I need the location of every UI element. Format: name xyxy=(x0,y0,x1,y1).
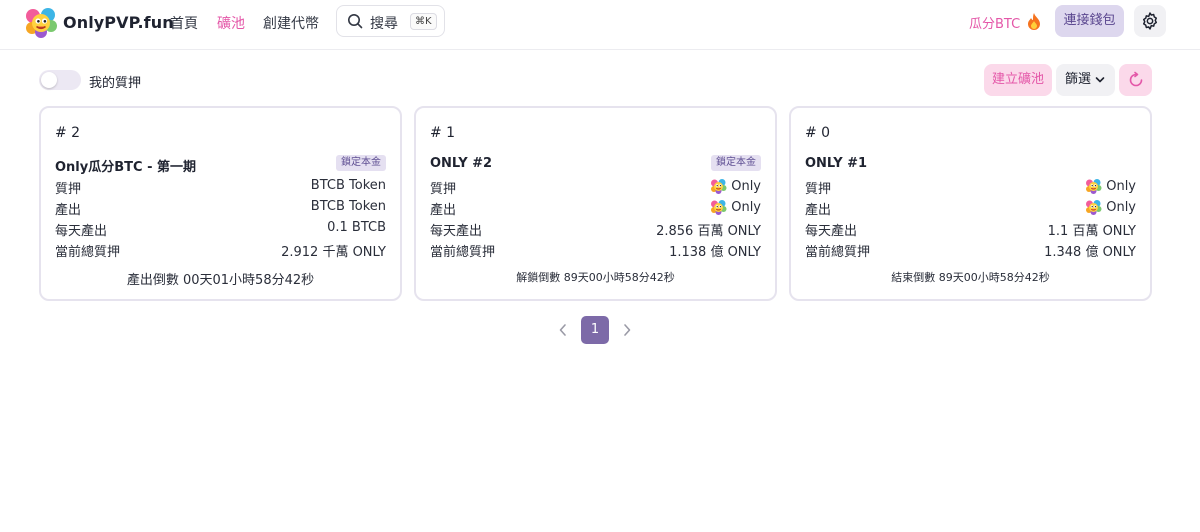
page-number-button[interactable]: 1 xyxy=(581,316,609,344)
row-value: Only xyxy=(710,178,761,195)
split-btc-label: 瓜分BTC xyxy=(969,17,1021,32)
row-value-text: 2.856 百萬 ONLY xyxy=(656,224,761,239)
stake-token-row: 質押 Only xyxy=(805,178,1136,197)
countdown-text: 解鎖倒數 89天00小時58分42秒 xyxy=(516,271,675,284)
refresh-icon xyxy=(1129,71,1142,87)
row-value: Only xyxy=(1085,178,1136,195)
pool-id: # 1 xyxy=(430,125,456,141)
row-label: 產出 xyxy=(805,203,832,218)
row-value: 2.856 百萬 ONLY xyxy=(656,220,761,239)
row-value-text: BTCB Token xyxy=(310,199,386,214)
toggle-knob xyxy=(41,72,57,88)
reward-token-row: 產出 Only xyxy=(430,199,761,218)
row-value-text: 1.138 億 ONLY xyxy=(669,245,761,260)
pool-card[interactable]: # 2 Only瓜分BTC - 第一期 鎖定本金 質押 BTCB Token 產… xyxy=(39,106,402,301)
reward-token-row: 產出 BTCB Token xyxy=(55,199,386,218)
countdown-text: 產出倒數 00天01小時58分42秒 xyxy=(126,273,315,288)
my-stake-toggle[interactable] xyxy=(39,70,81,90)
row-label: 每天產出 xyxy=(430,224,483,239)
row-value-text: BTCB Token xyxy=(310,178,386,193)
row-value: 1.348 億 ONLY xyxy=(1044,241,1136,260)
fire-icon xyxy=(1028,13,1041,30)
row-value: 1.138 億 ONLY xyxy=(669,241,761,260)
row-label: 每天產出 xyxy=(805,224,858,239)
daily-output-row: 每天產出 1.1 百萬 ONLY xyxy=(805,220,1136,239)
brand-logo-icon[interactable] xyxy=(24,6,58,40)
my-stake-label: 我的質押 xyxy=(89,76,142,91)
only-token-icon xyxy=(710,178,727,195)
row-value: 0.1 BTCB xyxy=(327,220,386,235)
search-box[interactable]: 搜尋 ⌘K xyxy=(336,5,445,37)
pool-id: # 0 xyxy=(805,125,831,141)
search-icon xyxy=(348,14,363,29)
search-shortcut: ⌘K xyxy=(410,13,437,30)
search-label: 搜尋 xyxy=(370,16,398,32)
total-staked-row: 當前總質押 1.348 億 ONLY xyxy=(805,241,1136,260)
only-token-icon xyxy=(1085,178,1102,195)
filter-dropdown[interactable]: 篩選 xyxy=(1056,64,1115,96)
next-page-icon[interactable] xyxy=(620,322,634,338)
row-label: 當前總質押 xyxy=(430,245,496,260)
row-label: 當前總質押 xyxy=(805,245,871,260)
row-label: 產出 xyxy=(430,203,457,218)
pool-card[interactable]: # 0 ONLY #1 質押 Only 產出 Only 每天產出 1.1 百萬 … xyxy=(789,106,1152,301)
pool-id: # 2 xyxy=(55,125,81,141)
row-value: Only xyxy=(1085,199,1136,216)
top-navigation-bar: OnlyPVP.fun 首頁 礦池 創建代幣 搜尋 ⌘K 瓜分BTC 連接錢包 xyxy=(0,0,1200,50)
only-token-icon xyxy=(1085,199,1102,216)
row-value-text: Only xyxy=(731,179,761,194)
row-label: 質押 xyxy=(55,182,82,197)
row-label: 質押 xyxy=(430,182,457,197)
row-value: 1.1 百萬 ONLY xyxy=(1048,220,1136,239)
row-value-text: 0.1 BTCB xyxy=(327,220,386,235)
daily-output-row: 每天產出 2.856 百萬 ONLY xyxy=(430,220,761,239)
previous-page-icon[interactable] xyxy=(556,322,570,338)
chevron-down-icon xyxy=(1095,77,1105,83)
row-value-text: 1.1 百萬 ONLY xyxy=(1047,224,1136,239)
refresh-button[interactable] xyxy=(1119,64,1152,96)
create-pool-button[interactable]: 建立礦池 xyxy=(984,64,1052,96)
daily-output-row: 每天產出 0.1 BTCB xyxy=(55,220,386,239)
pool-name: Only瓜分BTC - 第一期 xyxy=(55,160,197,175)
row-value-text: Only xyxy=(1106,179,1136,194)
stake-token-row: 質押 BTCB Token xyxy=(55,178,386,197)
row-label: 質押 xyxy=(805,182,832,197)
row-label: 每天產出 xyxy=(55,224,108,239)
total-staked-row: 當前總質押 2.912 千萬 ONLY xyxy=(55,241,386,260)
row-value-text: 1.348 億 ONLY xyxy=(1044,245,1136,260)
row-value-text: Only xyxy=(1106,200,1136,215)
row-label: 當前總質押 xyxy=(55,245,121,260)
connect-wallet-button[interactable]: 連接錢包 xyxy=(1055,5,1124,37)
countdown-text: 結束倒數 89天00小時58分42秒 xyxy=(891,271,1050,284)
row-label: 產出 xyxy=(55,203,82,218)
row-value: BTCB Token xyxy=(311,178,386,193)
nav-home[interactable]: 首頁 xyxy=(170,13,198,33)
stake-token-row: 質押 Only xyxy=(430,178,761,197)
brand-name[interactable]: OnlyPVP.fun xyxy=(63,13,174,32)
pool-card[interactable]: # 1 ONLY #2 鎖定本金 質押 Only 產出 Only 每天產出 2.… xyxy=(414,106,777,301)
total-staked-row: 當前總質押 1.138 億 ONLY xyxy=(430,241,761,260)
settings-button[interactable] xyxy=(1134,5,1166,37)
split-btc-link[interactable]: 瓜分BTC xyxy=(969,12,1042,32)
nav-create-token[interactable]: 創建代幣 xyxy=(263,13,319,33)
row-value: BTCB Token xyxy=(311,199,386,214)
gear-icon xyxy=(1143,12,1157,30)
row-value: Only xyxy=(710,199,761,216)
row-value: 2.912 千萬 ONLY xyxy=(281,241,386,260)
pool-name: ONLY #2 xyxy=(430,156,493,171)
pool-name: ONLY #1 xyxy=(805,156,868,171)
lock-principal-badge: 鎖定本金 xyxy=(336,155,386,171)
row-value-text: 2.912 千萬 ONLY xyxy=(281,245,386,260)
reward-token-row: 產出 Only xyxy=(805,199,1136,218)
lock-principal-badge: 鎖定本金 xyxy=(711,155,761,171)
only-token-icon xyxy=(710,199,727,216)
nav-pools[interactable]: 礦池 xyxy=(217,13,245,33)
filter-label: 篩選 xyxy=(1065,72,1092,87)
row-value-text: Only xyxy=(731,200,761,215)
